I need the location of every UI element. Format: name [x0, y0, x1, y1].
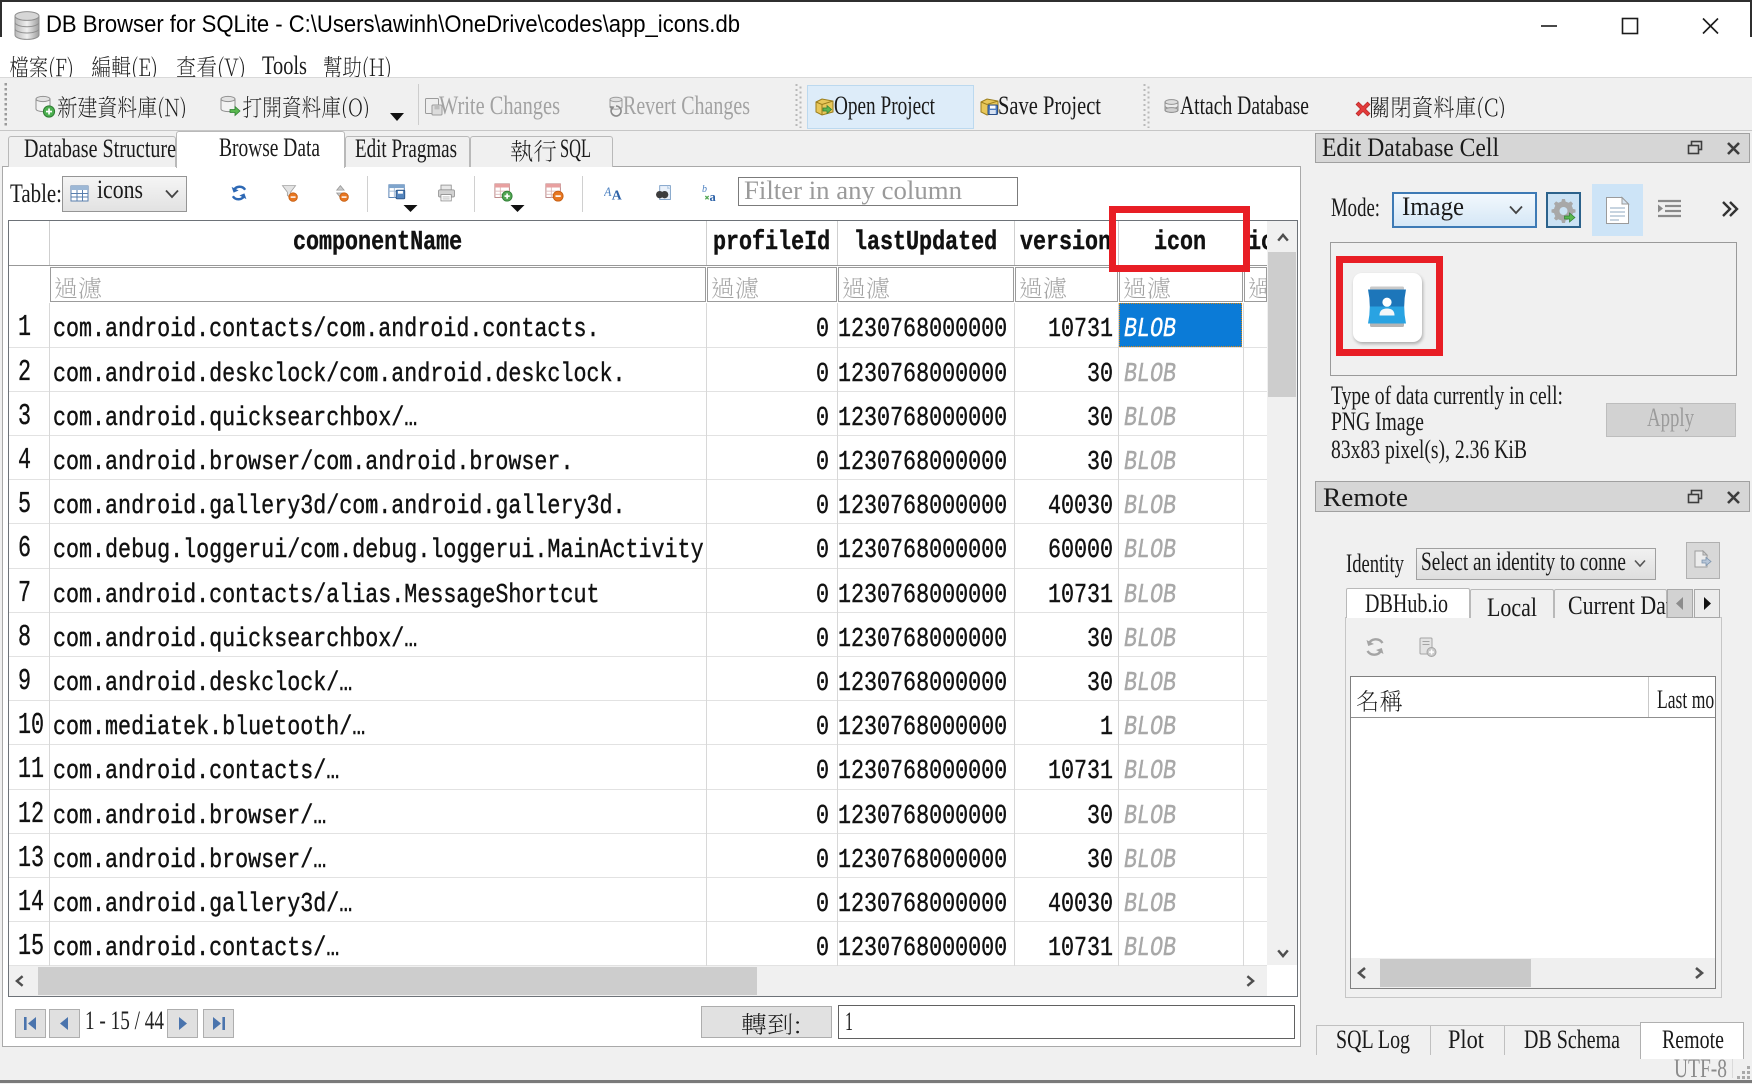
svg-text:A: A — [612, 188, 622, 203]
svg-text:a: a — [710, 190, 717, 204]
svg-text:A: A — [604, 185, 612, 199]
svg-text:b: b — [702, 184, 707, 195]
